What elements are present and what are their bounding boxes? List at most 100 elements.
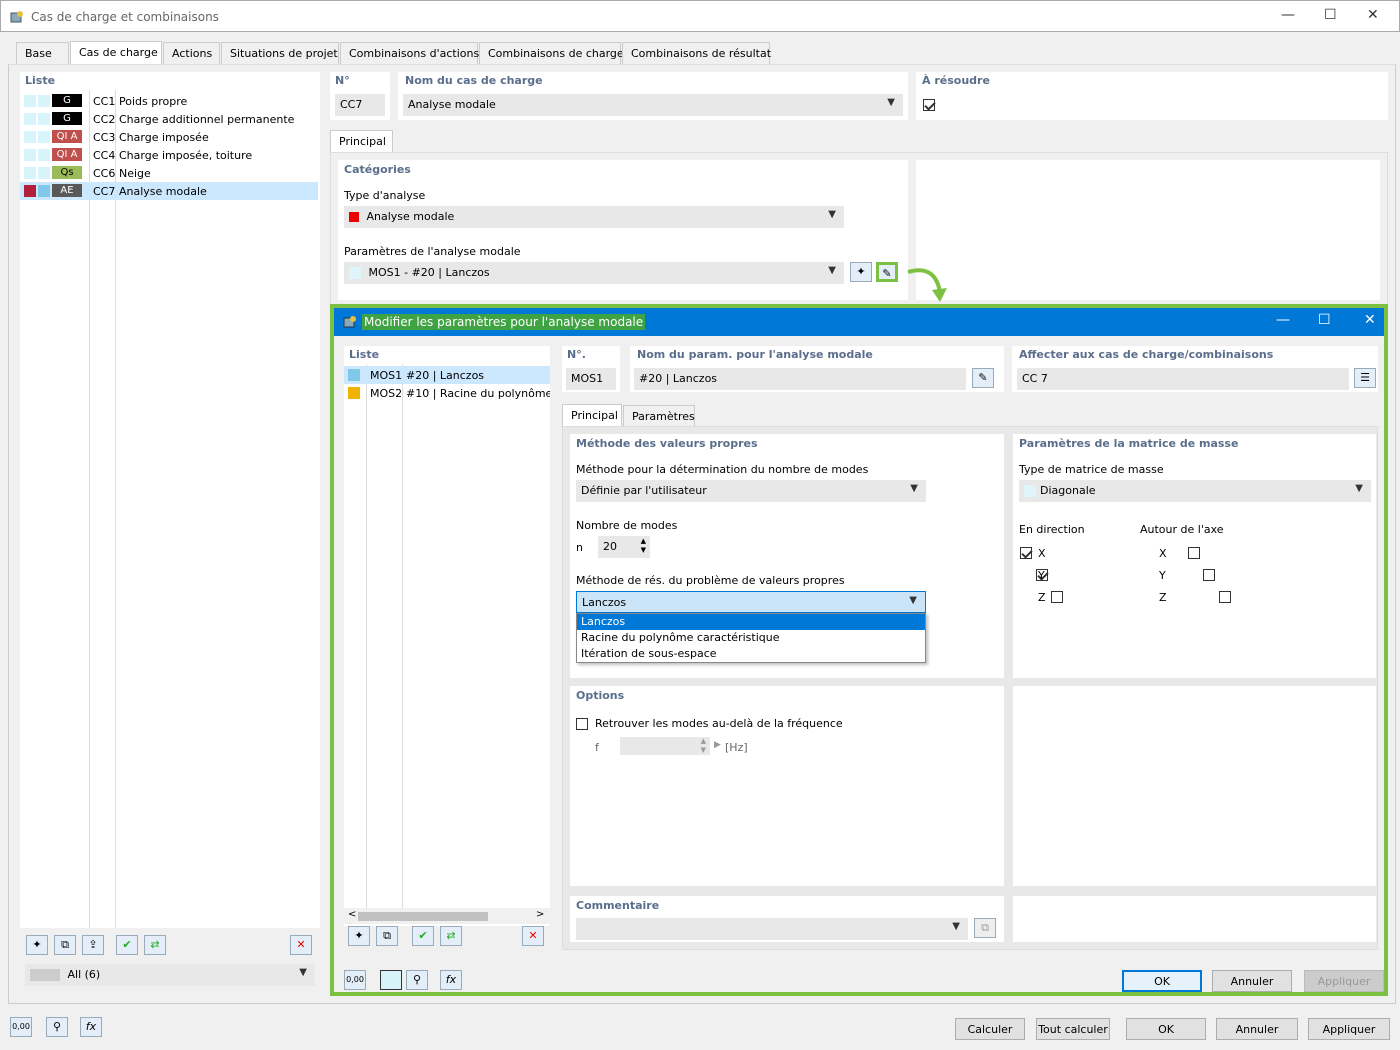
edit-params-icon[interactable]: ✎ bbox=[876, 262, 898, 282]
model-icon[interactable]: ⚲ bbox=[46, 1017, 68, 1037]
ok-button[interactable]: OK bbox=[1126, 1018, 1206, 1040]
check-all-icon[interactable]: ✔ bbox=[412, 926, 434, 946]
model-icon[interactable]: ⚲ bbox=[406, 970, 428, 990]
params-color-swatch bbox=[349, 267, 361, 279]
units-icon[interactable]: 0,00 bbox=[10, 1017, 32, 1037]
check-all-icon[interactable]: ✔ bbox=[116, 935, 138, 955]
mode-method-value: Définie par l'utilisateur bbox=[581, 484, 707, 497]
list-item[interactable]: MOS2 #10 | Racine du polynôme ca bbox=[344, 384, 550, 402]
comment-library-icon[interactable]: ⧉ bbox=[974, 918, 996, 938]
maximize-icon[interactable]: ☐ bbox=[1318, 312, 1331, 328]
horizontal-scrollbar[interactable]: < > bbox=[344, 908, 550, 924]
dir-z-checkbox[interactable] bbox=[1051, 591, 1063, 603]
dialog-cancel-button[interactable]: Annuler bbox=[1212, 970, 1292, 992]
comment-header: Commentaire bbox=[576, 899, 660, 912]
toggle-check-icon[interactable]: ⇄ bbox=[144, 935, 166, 955]
filter-select[interactable]: All (6) ▼ bbox=[25, 964, 315, 986]
dialog-ok-button[interactable]: OK bbox=[1122, 970, 1202, 992]
mode-method-select[interactable]: Définie par l'utilisateur ▼ bbox=[576, 480, 926, 502]
spin-icon[interactable]: ▲ ▼ bbox=[701, 737, 706, 755]
calculate-button[interactable]: Calculer bbox=[955, 1018, 1025, 1040]
tab-result-combinations[interactable]: Combinaisons de résultat bbox=[622, 42, 771, 64]
minimize-icon[interactable]: — bbox=[1276, 312, 1290, 328]
mass-header: Paramètres de la matrice de masse bbox=[1019, 437, 1239, 450]
freq-checkbox[interactable] bbox=[576, 718, 588, 730]
modal-params-dialog: Modifier les paramètres pour l'analyse m… bbox=[330, 304, 1388, 996]
list-item[interactable]: G CC1 Poids propre bbox=[20, 92, 318, 110]
tab-principal[interactable]: Principal bbox=[330, 130, 393, 154]
units-icon[interactable]: 0,00 bbox=[344, 970, 366, 990]
new-item-icon[interactable]: ✦ bbox=[348, 926, 370, 946]
dialog-apply-button[interactable]: Appliquer bbox=[1304, 970, 1384, 992]
formula-icon[interactable]: fx bbox=[80, 1017, 102, 1037]
tab-actions[interactable]: Actions bbox=[163, 42, 220, 64]
dialog-name-field[interactable]: #20 | Lanczos bbox=[634, 368, 966, 390]
tab-load-combinations[interactable]: Combinaisons de charge bbox=[479, 42, 624, 64]
copy-item-icon[interactable]: ⧉ bbox=[376, 926, 398, 946]
apply-button[interactable]: Appliquer bbox=[1308, 1018, 1390, 1040]
no-field[interactable]: CC7 bbox=[335, 94, 385, 116]
mode-count-stepper[interactable]: 20 ▲ ▼ bbox=[598, 536, 650, 558]
assign-field[interactable]: CC 7 bbox=[1017, 368, 1349, 390]
comment-field[interactable]: ▼ bbox=[576, 918, 968, 940]
modal-params-select[interactable]: MOS1 - #20 | Lanczos ▼ bbox=[344, 262, 844, 284]
axis-z-checkbox[interactable] bbox=[1218, 591, 1231, 603]
color-swatch bbox=[38, 95, 50, 107]
empty-panel bbox=[1013, 686, 1376, 886]
no-panel: N° CC7 bbox=[330, 72, 390, 120]
list-item[interactable]: Qs CC6 Neige bbox=[20, 164, 318, 182]
scroll-left-icon[interactable]: < bbox=[348, 909, 356, 920]
scrollbar-thumb[interactable] bbox=[358, 912, 488, 921]
import-icon[interactable]: ⇪ bbox=[82, 935, 104, 955]
name-select[interactable]: Analyse modale ▼ bbox=[403, 94, 903, 116]
close-icon[interactable]: ✕ bbox=[1367, 7, 1379, 23]
new-item-icon[interactable]: ✦ bbox=[26, 935, 48, 955]
solver-option[interactable]: Lanczos bbox=[577, 614, 925, 630]
toggle-check-icon[interactable]: ⇄ bbox=[440, 926, 462, 946]
axis-x-checkbox[interactable] bbox=[1187, 547, 1200, 559]
chevron-down-icon: ▼ bbox=[910, 483, 918, 494]
solve-checkbox[interactable] bbox=[923, 99, 935, 111]
scroll-right-icon[interactable]: > bbox=[536, 909, 544, 920]
tab-design-situations[interactable]: Situations de projet bbox=[221, 42, 339, 64]
edit-name-icon[interactable]: ✎ bbox=[972, 368, 994, 388]
list-item[interactable]: MOS1 #20 | Lanczos bbox=[344, 366, 550, 384]
tab-load-cases[interactable]: Cas de charge bbox=[70, 41, 162, 65]
analysis-type-select[interactable]: Analyse modale ▼ bbox=[344, 206, 844, 228]
delete-icon[interactable]: ✕ bbox=[522, 926, 544, 946]
solver-select[interactable]: Lanczos ▼ bbox=[576, 591, 926, 613]
chevron-down-icon: ▼ bbox=[887, 97, 895, 108]
color-swatch bbox=[38, 149, 50, 161]
copy-item-icon[interactable]: ⧉ bbox=[54, 935, 76, 955]
list-item[interactable]: QI A CC4 Charge imposée, toiture bbox=[20, 146, 318, 164]
tab-base[interactable]: Base bbox=[16, 42, 69, 64]
select-list-icon[interactable]: ☰ bbox=[1354, 368, 1376, 388]
new-params-icon[interactable]: ✦ bbox=[850, 262, 872, 282]
maximize-icon[interactable]: ☐ bbox=[1324, 7, 1337, 23]
color-icon[interactable] bbox=[380, 970, 402, 990]
calculate-all-button[interactable]: Tout calculer bbox=[1036, 1018, 1110, 1040]
formula-icon[interactable]: fx bbox=[440, 970, 462, 990]
delete-icon[interactable]: ✕ bbox=[290, 935, 312, 955]
list-item[interactable]: QI A CC3 Charge imposée bbox=[20, 128, 318, 146]
close-icon[interactable]: ✕ bbox=[1364, 312, 1376, 328]
list-item[interactable]: G CC2 Charge additionnel permanente bbox=[20, 110, 318, 128]
freq-input[interactable]: ▲ ▼ bbox=[620, 737, 710, 755]
spin-icon[interactable]: ▲ ▼ bbox=[641, 537, 646, 555]
mode-count-label: Nombre de modes bbox=[576, 519, 678, 532]
dir-x-checkbox[interactable] bbox=[1020, 547, 1032, 559]
dialog-tab-parametres[interactable]: Paramètres bbox=[623, 405, 695, 427]
comment-panel: Commentaire ▼ ⧉ bbox=[570, 896, 1004, 942]
list-item[interactable]: AE CC7 Analyse modale bbox=[20, 182, 318, 200]
mass-type-label: Type de matrice de masse bbox=[1019, 463, 1164, 476]
mass-type-select[interactable]: Diagonale ▼ bbox=[1019, 480, 1371, 502]
solver-option[interactable]: Racine du polynôme caractéristique bbox=[577, 630, 925, 646]
item-code: CC3 bbox=[93, 131, 116, 144]
cancel-button[interactable]: Annuler bbox=[1216, 1018, 1298, 1040]
axis-y-checkbox[interactable] bbox=[1203, 569, 1215, 581]
tab-action-combinations[interactable]: Combinaisons d'actions bbox=[340, 42, 479, 64]
minimize-icon[interactable]: — bbox=[1281, 7, 1295, 23]
solver-option[interactable]: Itération de sous-espace bbox=[577, 646, 925, 662]
dialog-tab-principal[interactable]: Principal bbox=[562, 404, 622, 428]
dialog-no-field[interactable]: MOS1 bbox=[566, 368, 616, 390]
